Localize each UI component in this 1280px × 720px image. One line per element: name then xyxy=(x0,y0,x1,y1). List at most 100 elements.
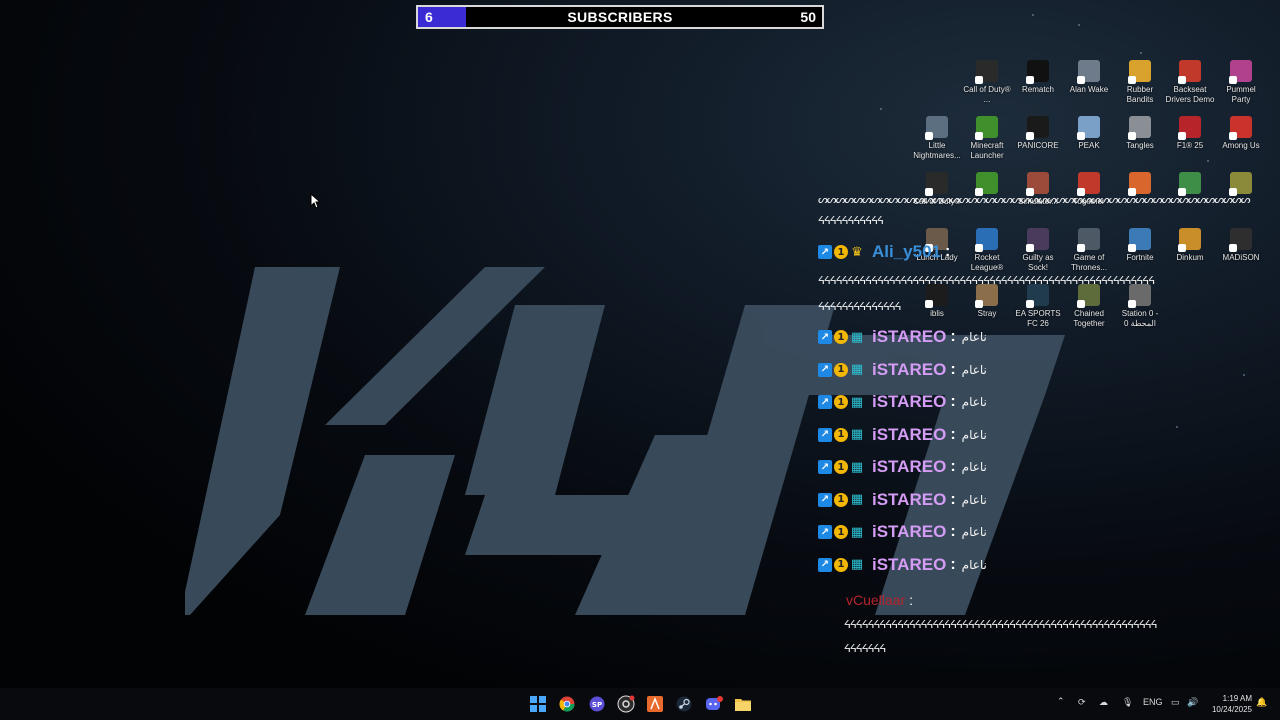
desktop-shortcut[interactable]: Stray xyxy=(962,284,1012,319)
desktop-shortcut-label: PANICORE xyxy=(1017,141,1059,150)
chat-username[interactable]: iSTAREO xyxy=(872,327,946,347)
chat-username[interactable]: vCuellaar xyxy=(846,592,905,608)
cloud-icon[interactable]: ☁ xyxy=(1099,697,1108,708)
desktop-shortcut-label: Station 0 - المحطة 0 xyxy=(1121,309,1159,328)
desktop-shortcut[interactable]: PANICORE xyxy=(1013,116,1063,151)
chained-together-icon xyxy=(1077,284,1100,308)
clock-time: 1:19 AM xyxy=(1222,694,1252,703)
desktop-shortcut[interactable]: Among Us xyxy=(1216,116,1266,151)
dinkum-icon xyxy=(1178,228,1201,252)
desktop-shortcut[interactable]: EA SPORTS FC 26 xyxy=(1013,284,1063,329)
desktop-shortcut-label: Dinkum xyxy=(1176,253,1204,262)
desktop-shortcut[interactable]: MADiSON xyxy=(1216,228,1266,263)
desktop-shortcut[interactable]: iblis xyxy=(912,284,962,319)
desktop-shortcut[interactable]: Pummel Party xyxy=(1216,60,1266,105)
chat-username[interactable]: iSTAREO xyxy=(872,392,946,412)
tier-badge-icon: 1 xyxy=(834,525,848,539)
chat-message-text: ناعام xyxy=(961,460,987,474)
desktop-shortcut[interactable]: F1® 25 xyxy=(1165,116,1215,151)
notification-bell-icon[interactable]: 🔔 xyxy=(1256,697,1267,708)
desktop-shortcut[interactable]: Tangles xyxy=(1115,116,1165,151)
desktop-shortcut[interactable]: Rocket League® xyxy=(962,228,1012,273)
language-indicator[interactable]: ENG xyxy=(1143,697,1163,707)
game-badge-icon: ▦ xyxy=(850,362,864,377)
chat-username[interactable]: iSTAREO xyxy=(872,425,946,445)
desktop-shortcut[interactable]: Game of Thrones... xyxy=(1064,228,1114,273)
chat-username[interactable]: iSTAREO xyxy=(872,457,946,477)
chat-username[interactable]: iSTAREO xyxy=(872,555,946,575)
chat-message: ↗ 1 ▦ iSTAREO: ناعام xyxy=(818,456,987,478)
chat-message: ↗ 1 ▦ iSTAREO: ناعام xyxy=(818,489,987,511)
desktop-shortcut[interactable]: Alan Wake xyxy=(1064,60,1114,95)
volume-icon[interactable]: 🔊 xyxy=(1187,697,1198,708)
desktop-shortcut[interactable]: Dinkum xyxy=(1165,228,1215,263)
shortcut-arrow-icon xyxy=(1026,76,1034,84)
simulator-icon xyxy=(1026,172,1049,196)
discord-icon[interactable] xyxy=(704,695,724,713)
game-badge-icon: ▦ xyxy=(850,557,864,572)
tier-badge-icon: 1 xyxy=(834,330,848,344)
desktop-shortcut[interactable]: Fortnite xyxy=(1115,228,1165,263)
desktop-shortcut[interactable]: Rematch xyxy=(1013,60,1063,95)
shortcut-arrow-icon xyxy=(1026,300,1034,308)
file-explorer-icon[interactable] xyxy=(733,695,753,713)
desktop-shortcut[interactable]: PEAK xyxy=(1064,116,1114,151)
madison-icon xyxy=(1229,228,1252,252)
show-hidden-icons-icon[interactable]: ⌃ xyxy=(1057,696,1065,707)
microphone-icon[interactable]: 🎙 xyxy=(1122,697,1133,708)
game-badge-icon: ▦ xyxy=(850,427,864,442)
shortcut-arrow-icon xyxy=(1026,244,1034,252)
rocket-league-icon xyxy=(975,228,998,252)
desktop-shortcut[interactable]: Call of Duty® ... xyxy=(962,60,1012,105)
game-icon xyxy=(1128,172,1151,196)
chat-username[interactable]: iSTAREO xyxy=(872,360,946,380)
desktop-shortcut-label: Among Us xyxy=(1222,141,1260,150)
app-icon[interactable] xyxy=(645,695,665,713)
windows-start-icon[interactable] xyxy=(528,695,548,713)
chat-message-text: ناعام xyxy=(961,330,987,344)
desktop-shortcut-label: Stray xyxy=(977,309,997,318)
game-icon xyxy=(1229,172,1252,196)
shortcut-arrow-icon xyxy=(975,76,983,84)
chat-username[interactable]: iSTAREO xyxy=(872,522,946,542)
desktop-shortcut-label: Rematch xyxy=(1021,85,1054,94)
chat-spam-line: ᔦᔦᔦᔦᔦᔦᔦᔦᔦᔦᔦᔦᔦᔦ xyxy=(818,300,902,313)
clock-date: 10/24/2025 xyxy=(1211,705,1252,714)
chat-username[interactable]: Ali_y501 xyxy=(872,242,941,262)
shortcut-arrow-icon xyxy=(1178,76,1186,84)
chat-spam-line: ᔦᔦᔦᔦᔦᔦᔦ xyxy=(844,642,886,655)
tier-badge-icon: 1 xyxy=(834,492,848,507)
chat-message-text: ناعام xyxy=(961,525,987,539)
chat-username[interactable]: iSTAREO xyxy=(872,490,946,510)
app-icon[interactable]: SP xyxy=(587,695,607,713)
desktop-shortcut[interactable]: Station 0 - المحطة 0 xyxy=(1115,284,1165,329)
pummel-party-icon xyxy=(1229,60,1252,84)
desktop-shortcut[interactable]: Chained Together xyxy=(1064,284,1114,329)
taskbar-clock[interactable]: 1:19 AM 10/24/2025 xyxy=(1212,693,1252,715)
sync-icon[interactable]: ⟳ xyxy=(1078,697,1086,708)
chat-spam-line: ᔕᔕᔕᔕᔕᔕᔕᔕᔕᔕᔕᔕᔕᔕᔕᔕᔕᔕᔕᔕᔕᔕᔕᔕᔕᔕᔕᔕᔕᔕᔕᔕᔕᔕᔕᔕᔕᔕᔕᔕ… xyxy=(818,193,1251,206)
display-icon[interactable]: ▭ xyxy=(1171,697,1180,708)
desktop-shortcut[interactable]: Minecraft Launcher xyxy=(962,116,1012,161)
shortcut-arrow-icon xyxy=(975,132,983,140)
f1-icon xyxy=(1178,116,1201,140)
game-badge-icon: ▦ xyxy=(850,394,864,410)
chat-message: vCuellaar : xyxy=(846,589,919,611)
rubber-bandits-icon xyxy=(1128,60,1151,84)
steam-icon[interactable] xyxy=(674,695,694,713)
alan-wake-icon xyxy=(1077,60,1100,84)
obs-icon[interactable] xyxy=(616,695,636,713)
chat-colon: : xyxy=(950,393,956,410)
desktop-shortcut[interactable]: Little Nightmares... xyxy=(912,116,962,161)
shortcut-arrow-icon xyxy=(925,132,933,140)
desktop-shortcut[interactable]: Guilty as Sock! xyxy=(1013,228,1063,273)
shortcut-arrow-icon xyxy=(1077,76,1085,84)
desktop-shortcut-label: Fortnite xyxy=(1126,253,1154,262)
desktop-shortcut[interactable]: Rubber Bandits xyxy=(1115,60,1165,105)
chat-colon: : xyxy=(909,592,914,608)
chat-spam-line: ᔦᔦᔦᔦᔦᔦᔦᔦᔦᔦᔦ xyxy=(818,214,884,227)
moderator-badge-icon: ↗ xyxy=(818,395,832,409)
chat-colon: : xyxy=(950,523,956,540)
chrome-icon[interactable] xyxy=(557,695,577,713)
desktop-shortcut[interactable]: Backseat Drivers Demo xyxy=(1165,60,1215,105)
